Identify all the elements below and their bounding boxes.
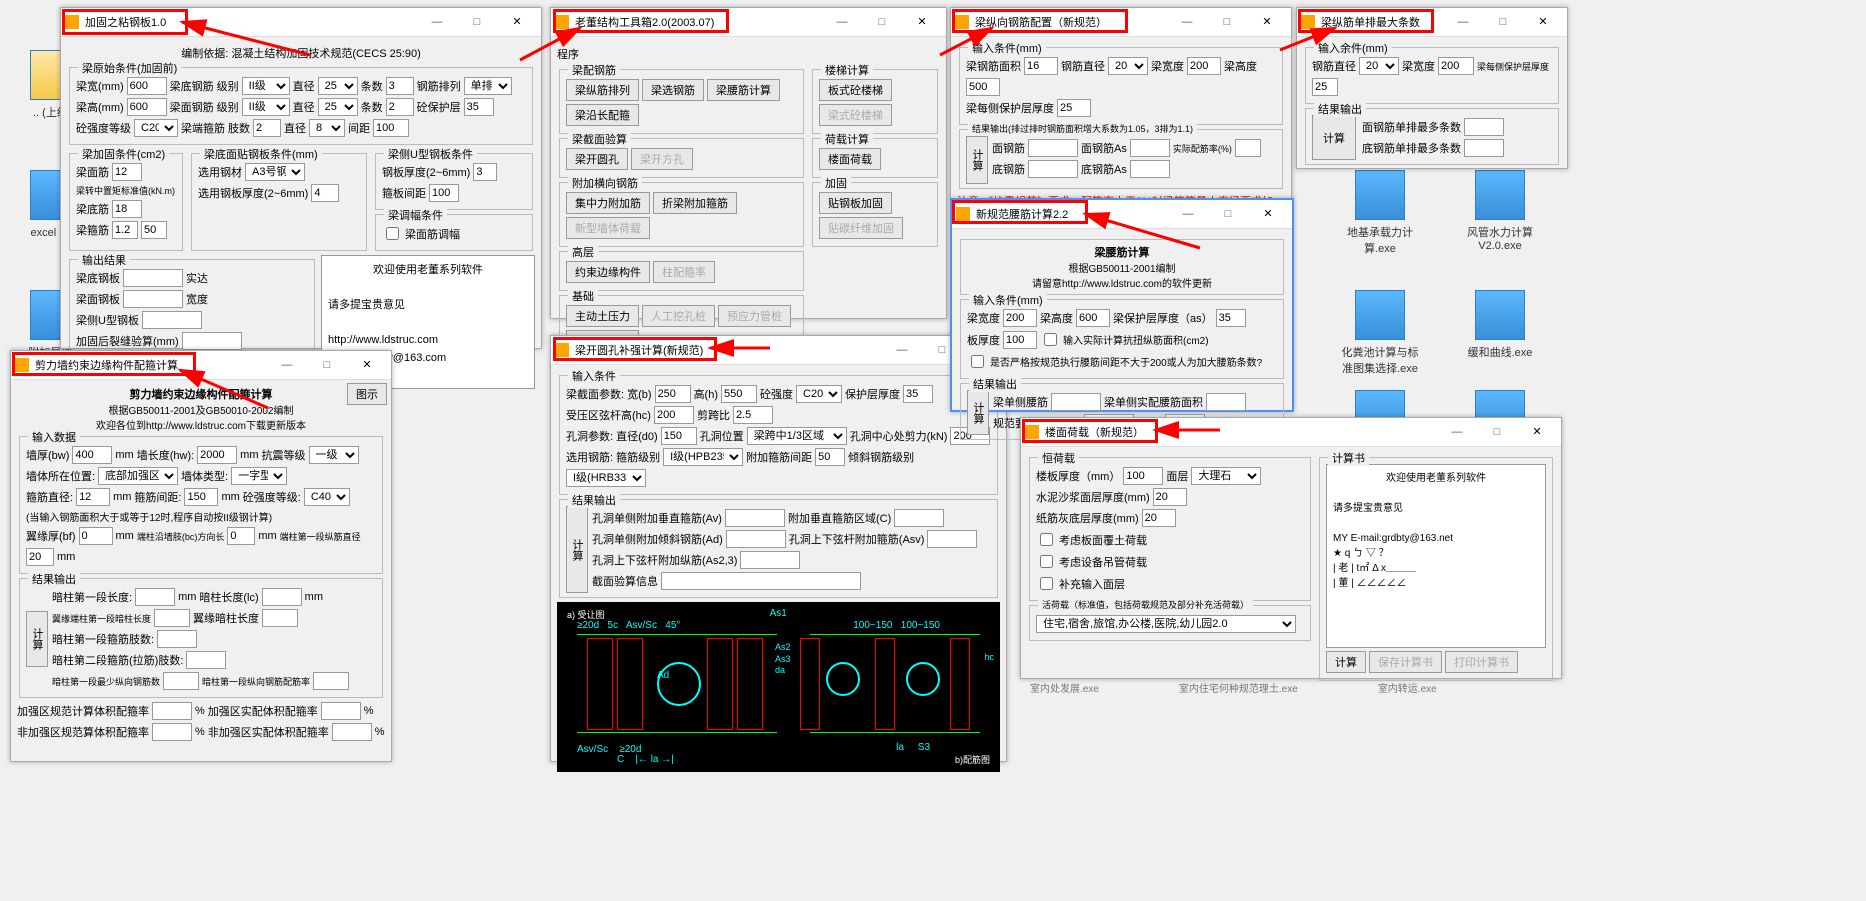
window-danpai: 梁纵筋单排最大条数—□✕ 输入余件(mm) 钢筋直径20梁宽度梁每侧保护层厚度 … <box>1296 7 1568 169</box>
calc-button[interactable]: 计算 <box>1312 115 1356 160</box>
window-yaojin: 新规范腰筋计算2.2—□✕ 梁腰筋计算根据GB50011-2001编制请留意ht… <box>950 198 1294 412</box>
app-icon <box>555 343 569 357</box>
diagram-button[interactable]: 图示 <box>347 383 387 405</box>
calc-button[interactable]: 计算 <box>1326 651 1366 673</box>
window-title: 梁开圆孔补强计算(新规范) <box>575 342 882 358</box>
file-icon[interactable]: 地基承载力计算.exe <box>1340 170 1420 256</box>
window-title: 梁纵向钢筋配置（新规范） <box>975 14 1167 30</box>
window-title: 新规范腰筋计算2.2 <box>976 206 1168 222</box>
window-jiaguzhanganban: 加固之粘钢板1.0—□✕ 编制依据: 混凝土结构加固技术规范(CECS 25:9… <box>60 7 542 349</box>
window-title: 梁纵筋单排最大条数 <box>1321 14 1443 30</box>
calc-button[interactable]: 计算 <box>26 611 48 667</box>
minimize-button[interactable]: — <box>417 9 457 35</box>
app-icon <box>956 207 970 221</box>
app-icon <box>955 15 969 29</box>
maximize-button[interactable]: □ <box>457 9 497 35</box>
window-title: 老董结构工具箱2.0(2003.07) <box>575 14 822 30</box>
zhijing-select[interactable]: 25 <box>318 77 358 95</box>
app-icon <box>15 358 29 372</box>
reinforcement-diagram: a) 受让图 As1 ≥20d 5c Asv/Sc 45° Ad As2As3d… <box>557 602 1000 772</box>
calc-output: 欢迎使用老董系列软件 请多提宝贵意见 MY E-mail:grdbty@163.… <box>1326 464 1546 648</box>
calc-button[interactable]: 计算 <box>566 506 588 593</box>
close-button[interactable]: ✕ <box>497 9 537 35</box>
file-icon[interactable]: 化粪池计算与标准图集选择.exe <box>1340 290 1420 376</box>
window-title: 剪力墙约束边缘构件配箍计算 <box>35 357 267 373</box>
btn-zongbin[interactable]: 梁纵筋排列 <box>566 79 639 101</box>
window-liangzongxiang: 梁纵向钢筋配置（新规范）—□✕ 输入条件(mm) 梁钢筋面积钢筋直径20梁宽度梁… <box>950 7 1292 199</box>
window-toolbox: 老董结构工具箱2.0(2003.07)—□✕ 程序 梁配钢筋梁纵筋排列梁选钢筋梁… <box>550 7 947 319</box>
window-liangkaiyuan: 梁开圆孔补强计算(新规范)—□✕ 输入条件 梁截面参数: 宽(b)高(h)砼强度… <box>550 335 1007 762</box>
liangkuan-input[interactable] <box>127 77 167 95</box>
file-icon[interactable]: 缓和曲线.exe <box>1460 290 1540 360</box>
window-title: 楼面荷载（新规范） <box>1045 424 1437 440</box>
calc-button[interactable]: 计算 <box>966 136 988 184</box>
window-loumian: 楼面荷载（新规范）—□✕ 恒荷载 楼板厚度（mm）面层大理石 水泥沙浆面层厚度(… <box>1020 417 1562 679</box>
app-icon <box>1025 425 1039 439</box>
app-icon <box>1301 15 1315 29</box>
app-icon <box>555 15 569 29</box>
calc-button[interactable]: 计算 <box>967 390 989 435</box>
file-icon[interactable]: 风管水力计算V2.0.exe <box>1460 170 1540 252</box>
basis-text: 编制依据: 混凝土结构加固技术规范(CECS 25:90) <box>67 45 535 61</box>
app-icon <box>65 15 79 29</box>
jibie-select[interactable]: II级 <box>242 77 290 95</box>
window-title: 加固之粘钢板1.0 <box>85 14 417 30</box>
window-jianliqiang: 剪力墙约束边缘构件配箍计算—□✕ 剪力墙约束边缘构件配箍计算 根据GB50011… <box>10 350 392 762</box>
